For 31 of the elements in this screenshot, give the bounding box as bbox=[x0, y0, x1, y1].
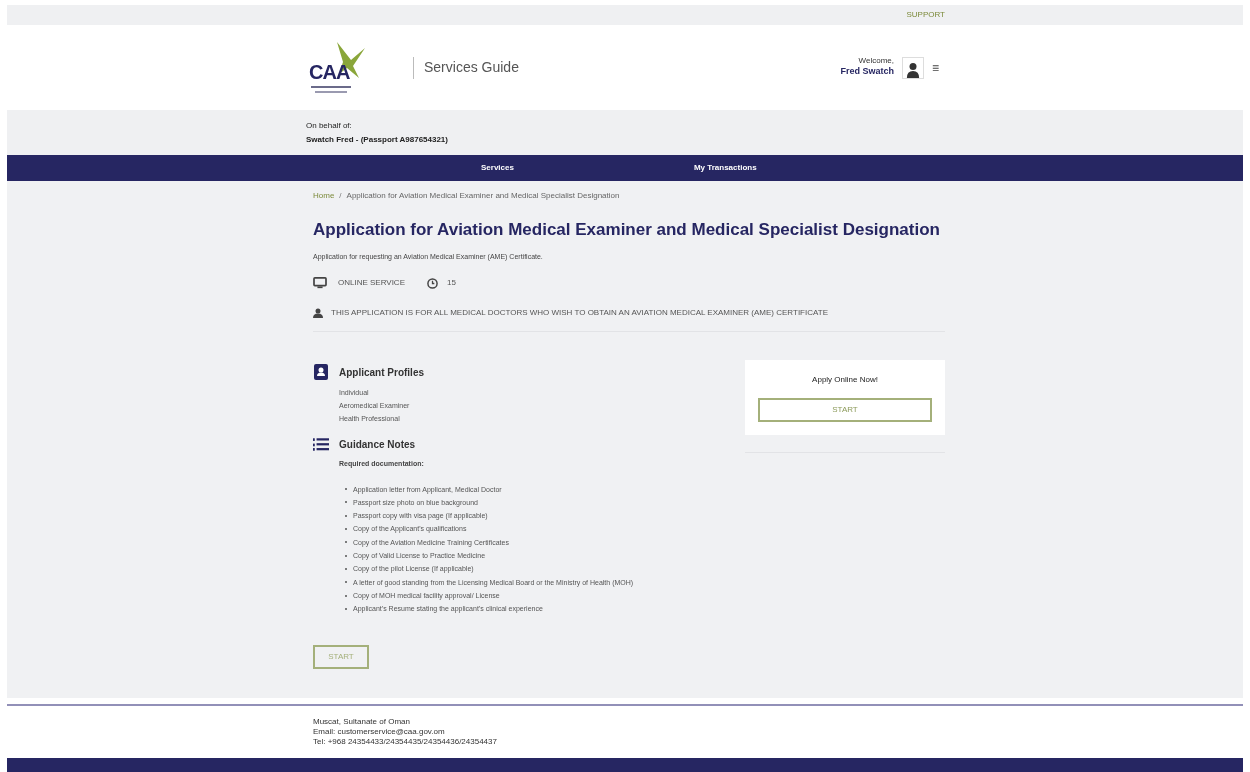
nav-link[interactable]: Services bbox=[481, 162, 514, 174]
on-behalf-name: Swatch Fred - (Passport A987654321) bbox=[306, 133, 449, 146]
footer-line: Tel: +968 24354433/24354435/24354436/24354437 bbox=[313, 737, 498, 747]
on-behalf-label: On behalf of: bbox=[306, 119, 353, 132]
breadcrumb-separator: / bbox=[339, 190, 342, 202]
section-heading: Applicant Profiles bbox=[339, 365, 424, 380]
avatar-button[interactable] bbox=[902, 56, 924, 79]
welcome-label: Welcome, bbox=[858, 56, 894, 65]
numbered-list-icon bbox=[313, 437, 329, 452]
clock-icon bbox=[427, 277, 438, 289]
support-link[interactable]: SUPPORT bbox=[906, 9, 945, 21]
logo-text: CAA bbox=[309, 61, 350, 82]
person-icon bbox=[313, 308, 323, 318]
service-mode: ONLINE SERVICE bbox=[338, 277, 405, 289]
user-name[interactable]: Fred Swatch bbox=[840, 64, 894, 79]
apply-card-title: Apply Online Now! bbox=[812, 374, 878, 386]
user-silhouette-icon bbox=[906, 61, 920, 78]
section-heading: Guidance Notes bbox=[339, 438, 416, 452]
menu-button[interactable]: ≡ bbox=[932, 61, 939, 74]
logo[interactable]: CAA bbox=[307, 39, 367, 96]
audience-note: THIS APPLICATION IS FOR ALL MEDICAL DOCTORS WHO WISH TO OBTAIN AN AVIATION MEDICAL EXAMINER (AME) CERTIFICATE bbox=[331, 307, 828, 319]
footer-line: Muscat, Sultanate of Oman bbox=[313, 717, 411, 727]
nav-link[interactable]: My Transactions bbox=[693, 162, 757, 174]
breadcrumb-link[interactable]: Home bbox=[313, 190, 335, 202]
service-duration: 15 bbox=[447, 277, 456, 289]
contact-card-icon bbox=[313, 364, 329, 380]
monitor-icon bbox=[313, 277, 327, 289]
page-title: Application for Aviation Medical Examiner and Medical Specialist Designation bbox=[313, 219, 941, 241]
services-guide-title: Services Guide bbox=[424, 58, 519, 77]
breadcrumb-current: Application for Aviation Medical Examiner and Medical Specialist Designation bbox=[346, 190, 620, 202]
footer-line: Email: customerservice@caa.gov.om bbox=[313, 727, 446, 737]
